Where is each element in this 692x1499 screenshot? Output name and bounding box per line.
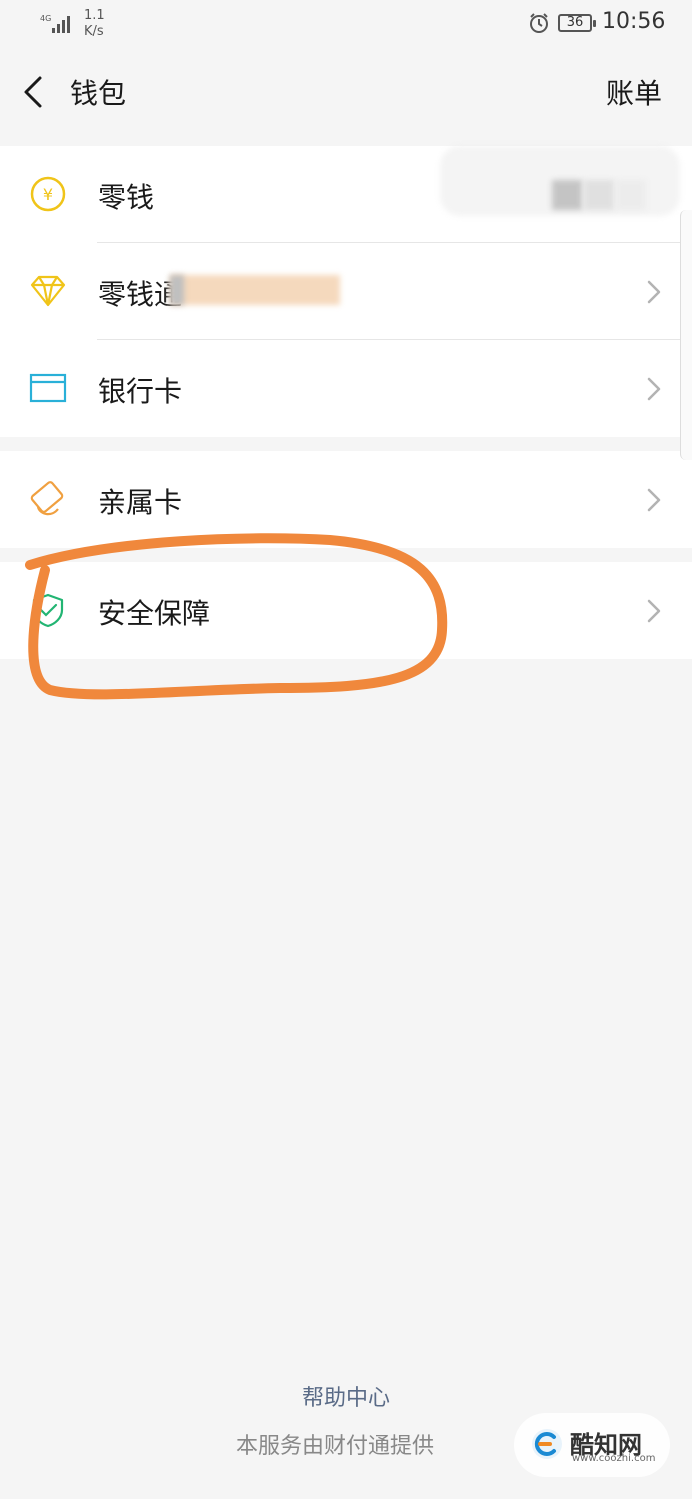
blurred-promo-start — [170, 275, 184, 305]
row-label-family-card: 亲属卡 — [98, 486, 183, 519]
scroll-edge-handle — [680, 210, 692, 460]
row-change[interactable]: ¥ 零钱 — [0, 146, 692, 243]
speed-value: 1.1 — [84, 8, 105, 23]
blurred-promo — [170, 275, 340, 305]
alarm-icon — [530, 13, 548, 33]
chevron-right-icon — [647, 599, 661, 623]
svg-text:¥: ¥ — [43, 185, 53, 204]
blurred-balance-block — [584, 180, 614, 210]
nav-bar: 钱包 账单 — [0, 50, 692, 138]
watermark-subtitle: www.coozhi.com — [572, 1453, 656, 1464]
row-label-security: 安全保障 — [98, 597, 211, 630]
blurred-balance-block — [552, 180, 582, 210]
yuan-coin-icon: ¥ — [30, 176, 66, 212]
wallet-group-main: ¥ 零钱 零钱通 银行卡 — [0, 146, 692, 437]
row-change-plus[interactable]: 零钱通 — [0, 243, 692, 340]
chevron-right-icon — [647, 377, 661, 401]
service-provider-text: 本服务由财付通提供 — [236, 1434, 435, 1459]
bill-button[interactable]: 账单 — [606, 72, 662, 112]
family-card-icon — [30, 481, 64, 516]
blurred-balance-block — [616, 180, 646, 210]
signal-icon: 4G — [40, 14, 70, 33]
row-label-change: 零钱 — [98, 181, 155, 214]
back-arrow-icon[interactable] — [18, 72, 52, 112]
wallet-group-security: 安全保障 — [0, 562, 692, 659]
row-label-bank-card: 银行卡 — [98, 375, 183, 408]
page-title: 钱包 — [70, 77, 127, 110]
chevron-right-icon — [647, 280, 661, 304]
coozhi-logo-icon — [532, 1429, 562, 1459]
help-center-link[interactable]: 帮助中心 — [0, 1380, 692, 1412]
wallet-group-family: 亲属卡 — [0, 451, 692, 548]
network-type: 4G — [40, 14, 51, 23]
chevron-right-icon — [647, 488, 661, 512]
diamond-icon — [30, 275, 66, 307]
shield-icon — [32, 593, 64, 628]
watermark: 酷知网 www.coozhi.com — [514, 1413, 670, 1477]
bank-card-icon — [29, 373, 67, 403]
row-bank-card[interactable]: 银行卡 — [0, 340, 692, 437]
status-bar: 4G 1.1 K/s 36 10:56 — [0, 0, 692, 50]
row-security[interactable]: 安全保障 — [0, 562, 692, 659]
network-speed: 1.1 K/s — [84, 8, 105, 40]
speed-unit: K/s — [84, 24, 104, 39]
battery-indicator: 36 — [558, 14, 596, 32]
row-family-card[interactable]: 亲属卡 — [0, 451, 692, 548]
clock: 10:56 — [602, 9, 666, 34]
